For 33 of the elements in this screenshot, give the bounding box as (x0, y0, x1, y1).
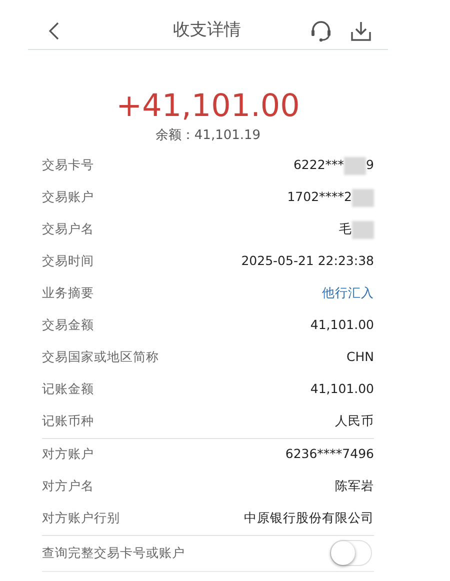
back-icon (48, 20, 60, 40)
field-label: 交易卡号 (42, 156, 94, 174)
download-icon (350, 20, 372, 42)
field-value: 人民币 (335, 412, 374, 430)
field-value: 41,101.00 (310, 316, 374, 334)
field-value: 中原银行股份有限公司 (244, 509, 374, 528)
toggle-label: 查询完整交易卡号或账户 (42, 544, 185, 562)
field-value: 毛 (339, 220, 352, 238)
field-label: 对方账户 (42, 445, 94, 464)
field-value: 9 (366, 156, 374, 174)
field-label: 交易户名 (42, 220, 94, 238)
amount: +41,101.00 (116, 88, 300, 124)
field-value: 1702****2 (287, 188, 352, 206)
field-label: 对方账户行别 (42, 509, 120, 528)
field-label: 交易账户 (42, 188, 94, 206)
field-label: 记账金额 (42, 380, 94, 398)
field-label: 记账币种 (42, 412, 94, 430)
balance: 余额：41,101.19 (155, 127, 261, 145)
field-label: 交易时间 (42, 252, 94, 270)
field-value: CHN (346, 348, 374, 366)
headset-icon (309, 18, 333, 42)
field-value: 2025-05-21 22:23:38 (241, 252, 374, 270)
value-link[interactable]: 他行汇入 (322, 284, 374, 303)
field-label: 对方户名 (42, 477, 94, 496)
field-value: 41,101.00 (310, 380, 374, 398)
field-value: 6236****7496 (285, 445, 374, 464)
field-value: 陈军岩 (335, 477, 374, 496)
field-value: 6222*** (293, 156, 344, 174)
toggle-switch[interactable] (330, 540, 372, 566)
field-label: 交易金额 (42, 316, 94, 334)
field-label: 业务摘要 (42, 284, 94, 302)
field-label: 交易国家或地区简称 (42, 348, 159, 366)
page-title: 收支详情 (173, 18, 241, 42)
